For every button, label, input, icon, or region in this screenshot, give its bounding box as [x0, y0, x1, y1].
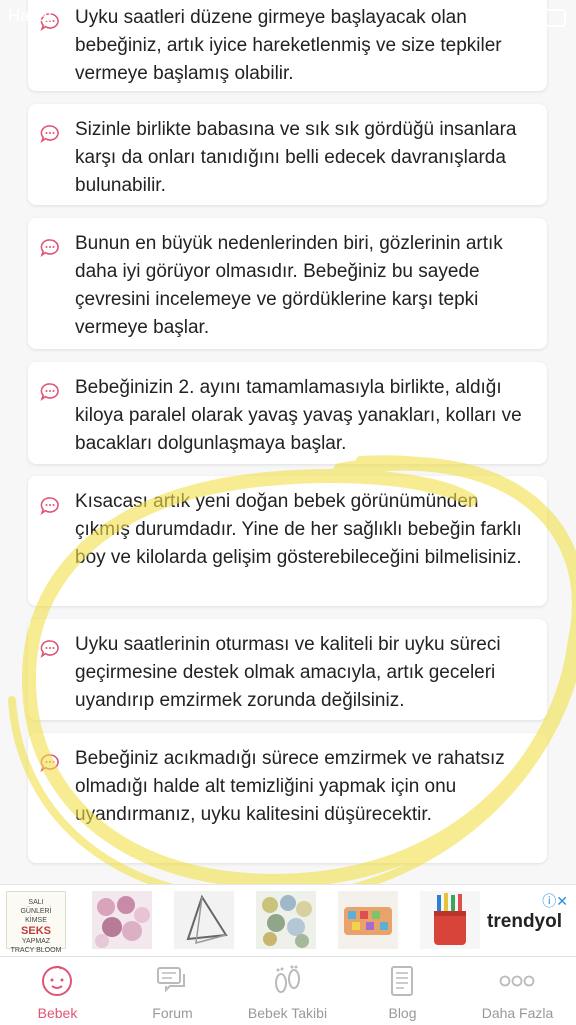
tab-label: Daha Fazla: [481, 1005, 554, 1021]
comment-bubble-icon: [40, 640, 59, 658]
book-title: SEKS: [21, 925, 51, 937]
newspaper-icon: [391, 966, 413, 996]
book-line: GÜNLERİ: [20, 908, 52, 915]
article-card: Kısacası artık yeni doğan bebek görünümü…: [28, 476, 547, 606]
tab-label: Bebek: [37, 1005, 78, 1021]
book-line: KİMSE: [25, 917, 47, 924]
card-text: Sizinle birlikte babasına ve sık sık gör…: [75, 119, 517, 196]
footprints-icon: [275, 965, 300, 993]
book-line: YAPMAZ: [21, 938, 51, 945]
comment-bubble-icon: [40, 239, 59, 257]
card-text: Kısacası artık yeni doğan bebek görünümü…: [75, 491, 522, 568]
ad-info-close-icon[interactable]: ⓘ✕: [542, 891, 568, 911]
carrier-name: Hayat: [8, 6, 53, 25]
comment-bubble-icon: [40, 754, 59, 772]
tab-forum[interactable]: Forum: [115, 957, 230, 1025]
card-text: Bunun en büyük nedenlerinden biri, gözle…: [75, 233, 503, 338]
ad-pink-balls-image[interactable]: [92, 891, 152, 949]
trendyol-logo: trendyol: [487, 911, 562, 932]
ad-book-cover[interactable]: SALI GÜNLERİ KİMSE SEKS YAPMAZ TRACY BLO…: [6, 891, 66, 954]
battery-percentage: %80: [493, 6, 528, 25]
tab-label: Bebek Takibi: [247, 1005, 328, 1021]
ad-pencil-cup-image[interactable]: [420, 891, 480, 949]
tab-label: Blog: [388, 1005, 417, 1021]
article-card: Bebeğinizin 2. ayını tamamlamasıyla birl…: [28, 362, 547, 464]
article-card: Bunun en büyük nedenlerinden biri, gözle…: [28, 218, 547, 349]
card-text: Bebeğiniz acıkmadığı sürece emzirmek ve …: [75, 748, 505, 825]
article-card: Uyku saatlerinin oturması ve kaliteli bi…: [28, 619, 547, 720]
comment-bubble-icon: [40, 383, 59, 401]
more-dots-icon: [499, 975, 535, 987]
baby-face-icon: [42, 965, 72, 996]
comment-bubble-icon: [40, 497, 59, 515]
chat-bubbles-icon: [157, 967, 185, 993]
article-card: Sizinle birlikte babasına ve sık sık gör…: [28, 104, 547, 205]
card-text: Bebeğinizin 2. ayını tamamlamasıyla birl…: [75, 377, 522, 454]
article-card: Bebeğiniz acıkmadığı sürece emzirmek ve …: [28, 733, 547, 863]
bottom-tab-bar: Bebek Forum Bebek Takibi Blog Daha Fazla: [0, 956, 576, 1025]
ad-toy-blocks-image[interactable]: [338, 891, 398, 949]
card-text: Uyku saatlerinin oturması ve kaliteli bi…: [75, 634, 501, 711]
tab-bebek[interactable]: Bebek: [0, 957, 115, 1025]
status-bar: Hayat %80: [0, 0, 576, 36]
battery-icon: [532, 9, 566, 27]
tab-daha-fazla[interactable]: Daha Fazla: [460, 957, 575, 1025]
ad-colored-balls-image[interactable]: [256, 891, 316, 949]
ad-banner[interactable]: SALI GÜNLERİ KİMSE SEKS YAPMAZ TRACY BLO…: [0, 884, 576, 957]
tab-bebek-takibi[interactable]: Bebek Takibi: [230, 957, 345, 1025]
book-author: TRACY BLOOM: [10, 947, 62, 954]
ad-triangle-frame-image[interactable]: [174, 891, 234, 949]
tab-blog[interactable]: Blog: [345, 957, 460, 1025]
comment-bubble-icon: [40, 125, 59, 143]
tab-label: Forum: [152, 1005, 193, 1021]
book-line: SALI: [28, 899, 44, 906]
